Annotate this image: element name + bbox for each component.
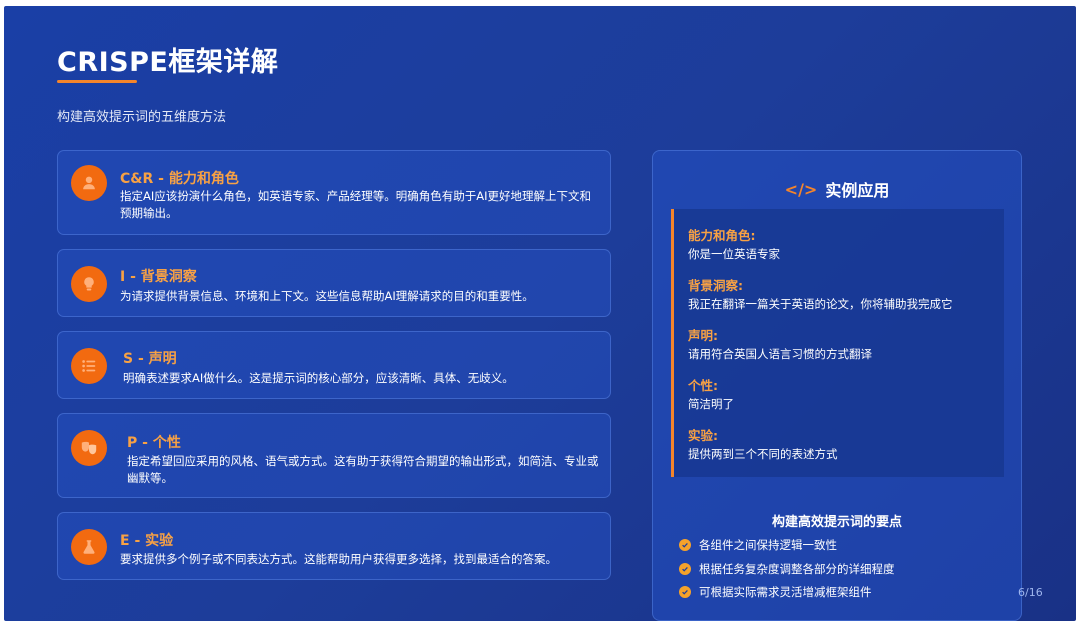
flask-icon [71, 529, 107, 565]
panel-header: </> 实例应用 [653, 177, 1021, 201]
card-personality: P - 个性 指定希望回应采用的风格、语气或方式。这有助于获得符合期望的输出形式… [57, 413, 611, 498]
example-value: 我正在翻译一篇关于英语的论文，你将辅助我完成它 [688, 297, 953, 311]
example-value: 提供两到三个不同的表述方式 [688, 447, 838, 461]
example-label: 实验: [688, 428, 718, 443]
example-label: 能力和角色: [688, 228, 756, 243]
card-title: I - 背景洞察 [120, 269, 197, 285]
example-label: 声明: [688, 328, 718, 343]
check-circle-icon [679, 586, 691, 598]
card-description: 要求提供多个例子或不同表达方式。这能帮助用户获得更多选择，找到最适合的答案。 [120, 552, 557, 566]
tip-text: 各组件之间保持逻辑一致性 [699, 538, 837, 552]
check-circle-icon [679, 539, 691, 551]
example-panel: </> 实例应用 能力和角色: 你是一位英语专家 背景洞察: 我正在翻译一篇关于… [652, 150, 1022, 621]
page-title: CRISPE框架详解 [57, 47, 279, 78]
panel-title: 实例应用 [825, 181, 890, 200]
example-value: 请用符合英国人语言习惯的方式翻译 [688, 347, 872, 361]
masks-icon [71, 430, 107, 466]
code-icon: </> [784, 179, 818, 199]
tip-text: 根据任务复杂度调整各部分的详细程度 [699, 562, 895, 576]
page-subtitle: 构建高效提示词的五维度方法 [57, 110, 227, 125]
lightbulb-icon [71, 266, 107, 302]
card-experiment: E - 实验 要求提供多个例子或不同表达方式。这能帮助用户获得更多选择，找到最适… [57, 512, 611, 580]
card-title: C&R - 能力和角色 [120, 171, 239, 187]
card-background-insight: I - 背景洞察 为请求提供背景信息、环境和上下文。这些信息帮助AI理解请求的目… [57, 249, 611, 317]
check-circle-icon [679, 563, 691, 575]
card-title: S - 声明 [123, 351, 177, 367]
tip-item: 根据任务复杂度调整各部分的详细程度 [679, 561, 895, 577]
list-icon [71, 348, 107, 384]
example-label: 背景洞察: [688, 278, 743, 293]
user-icon [71, 165, 107, 201]
tips-title: 构建高效提示词的要点 [771, 515, 902, 530]
card-description: 指定AI应该扮演什么角色，如英语专家、产品经理等。明确角色有助于AI更好地理解上… [120, 189, 592, 220]
card-description: 明确表述要求AI做什么。这是提示词的核心部分，应该清晰、具体、无歧义。 [123, 371, 514, 385]
card-description: 为请求提供背景信息、环境和上下文。这些信息帮助AI理解请求的目的和重要性。 [120, 289, 534, 303]
example-label: 个性: [688, 378, 718, 393]
tip-item: 各组件之间保持逻辑一致性 [679, 537, 837, 553]
title-underline [57, 80, 137, 83]
card-statement: S - 声明 明确表述要求AI做什么。这是提示词的核心部分，应该清晰、具体、无歧… [57, 331, 611, 399]
example-box: 能力和角色: 你是一位英语专家 背景洞察: 我正在翻译一篇关于英语的论文，你将辅… [671, 209, 1004, 477]
card-title: P - 个性 [127, 435, 181, 451]
slide: CRISPE框架详解 构建高效提示词的五维度方法 C&R - 能力和角色 指定A… [4, 6, 1076, 621]
example-value: 简洁明了 [688, 397, 734, 411]
tip-item: 可根据实际需求灵活增减框架组件 [679, 584, 872, 600]
page-number: 6/16 [1018, 586, 1043, 599]
card-title: E - 实验 [120, 533, 174, 549]
card-capability-role: C&R - 能力和角色 指定AI应该扮演什么角色，如英语专家、产品经理等。明确角… [57, 150, 611, 235]
example-value: 你是一位英语专家 [688, 247, 780, 261]
tip-text: 可根据实际需求灵活增减框架组件 [699, 585, 872, 599]
card-description: 指定希望回应采用的风格、语气或方式。这有助于获得符合期望的输出形式，如简洁、专业… [127, 454, 599, 485]
